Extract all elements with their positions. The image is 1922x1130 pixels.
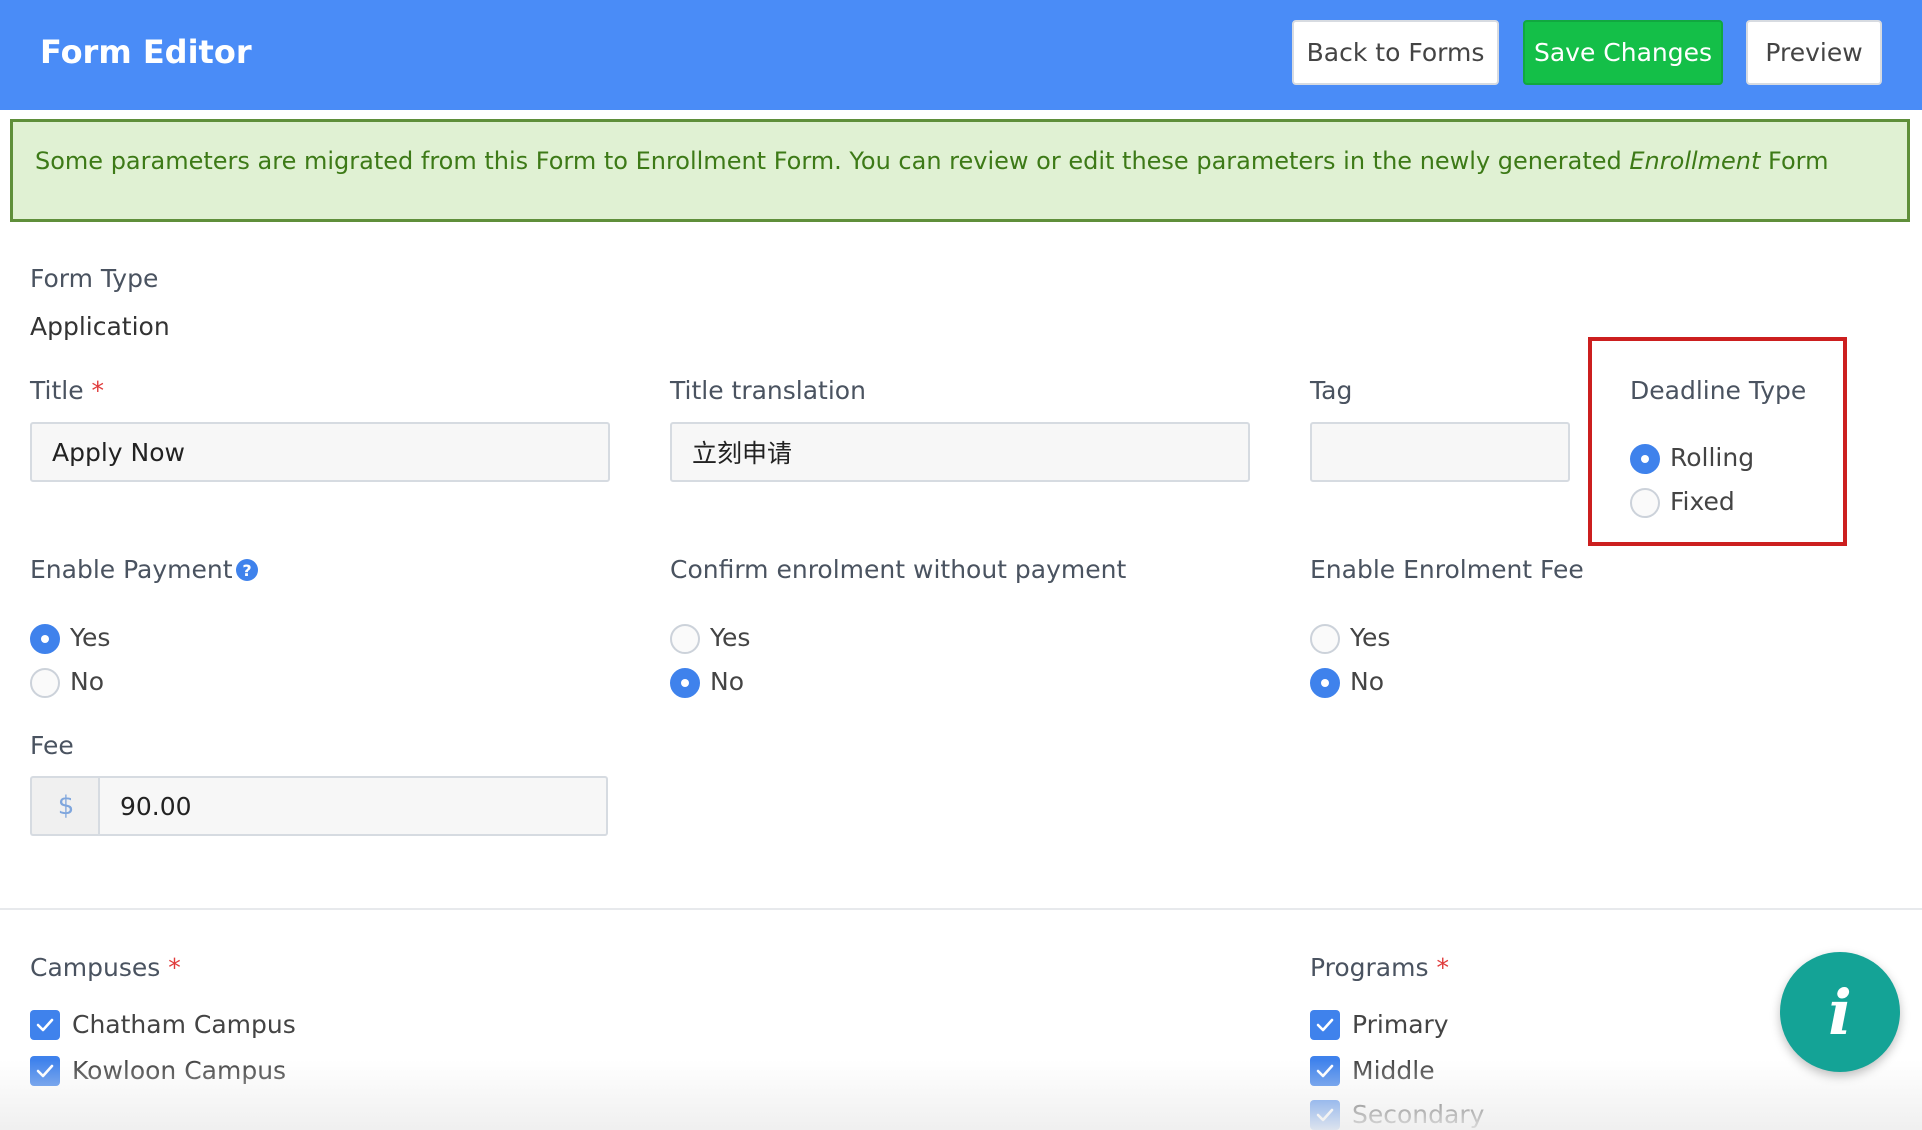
save-changes-button[interactable]: Save Changes bbox=[1523, 20, 1723, 85]
program-primary-label[interactable]: Primary bbox=[1352, 1010, 1449, 1039]
preview-button[interactable]: Preview bbox=[1746, 20, 1882, 85]
campus-kowloon-checkbox[interactable] bbox=[30, 1056, 60, 1086]
required-mark: * bbox=[168, 953, 181, 982]
program-secondary-label[interactable]: Secondary bbox=[1352, 1100, 1484, 1129]
form-type-value: Application bbox=[30, 312, 170, 341]
deadline-rolling-label[interactable]: Rolling bbox=[1670, 443, 1754, 472]
programs-label: Programs * bbox=[1310, 953, 1449, 982]
title-translation-input[interactable]: 立刻申请 bbox=[670, 422, 1250, 482]
confirm-without-payment-yes-radio[interactable] bbox=[670, 624, 700, 654]
campus-chatham-label[interactable]: Chatham Campus bbox=[72, 1010, 296, 1039]
fee-input[interactable]: 90.00 bbox=[98, 776, 608, 836]
enrolment-fee-yes-label[interactable]: Yes bbox=[1350, 623, 1390, 652]
check-icon bbox=[1316, 1108, 1334, 1122]
alert-emphasis: Enrollment bbox=[1629, 147, 1761, 175]
campuses-label: Campuses * bbox=[30, 953, 181, 982]
check-icon bbox=[1316, 1018, 1334, 1032]
page-title: Form Editor bbox=[40, 33, 252, 71]
tag-label: Tag bbox=[1310, 376, 1353, 405]
fee-label: Fee bbox=[30, 731, 74, 760]
campus-kowloon-label[interactable]: Kowloon Campus bbox=[72, 1056, 286, 1085]
program-primary-checkbox[interactable] bbox=[1310, 1010, 1340, 1040]
campus-chatham-checkbox[interactable] bbox=[30, 1010, 60, 1040]
section-divider bbox=[0, 908, 1922, 910]
bottom-fade bbox=[0, 1060, 1922, 1130]
program-secondary-checkbox[interactable] bbox=[1310, 1100, 1340, 1130]
enrolment-fee-no-label[interactable]: No bbox=[1350, 667, 1384, 696]
title-translation-label: Title translation bbox=[670, 376, 866, 405]
enable-payment-no-label[interactable]: No bbox=[70, 667, 104, 696]
enrolment-fee-yes-radio[interactable] bbox=[1310, 624, 1340, 654]
dollar-icon: $ bbox=[30, 776, 100, 836]
program-middle-label[interactable]: Middle bbox=[1352, 1056, 1435, 1085]
back-to-forms-button[interactable]: Back to Forms bbox=[1292, 20, 1499, 85]
form-type-label: Form Type bbox=[30, 264, 159, 293]
confirm-without-payment-label: Confirm enrolment without payment bbox=[670, 555, 1127, 584]
confirm-without-payment-no-radio[interactable] bbox=[670, 668, 700, 698]
enable-payment-label: Enable Payment bbox=[30, 555, 233, 584]
question-circle-icon[interactable]: ? bbox=[236, 559, 258, 581]
deadline-fixed-label[interactable]: Fixed bbox=[1670, 487, 1735, 516]
deadline-rolling-radio[interactable] bbox=[1630, 444, 1660, 474]
required-mark: * bbox=[1436, 953, 1449, 982]
tag-input[interactable] bbox=[1310, 422, 1570, 482]
info-icon[interactable]: i bbox=[1780, 952, 1900, 1072]
required-mark: * bbox=[91, 376, 105, 405]
enable-payment-yes-radio[interactable] bbox=[30, 624, 60, 654]
enable-payment-no-radio[interactable] bbox=[30, 668, 60, 698]
title-label: Title * bbox=[30, 376, 105, 405]
deadline-fixed-radio[interactable] bbox=[1630, 488, 1660, 518]
confirm-without-payment-yes-label[interactable]: Yes bbox=[710, 623, 750, 652]
confirm-without-payment-no-label[interactable]: No bbox=[710, 667, 744, 696]
check-icon bbox=[1316, 1064, 1334, 1078]
migration-alert: Some parameters are migrated from this F… bbox=[10, 119, 1910, 222]
check-icon bbox=[36, 1064, 54, 1078]
check-icon bbox=[36, 1018, 54, 1032]
program-middle-checkbox[interactable] bbox=[1310, 1056, 1340, 1086]
enable-payment-yes-label[interactable]: Yes bbox=[70, 623, 110, 652]
alert-message: Some parameters are migrated from this F… bbox=[35, 147, 1829, 175]
enrolment-fee-no-radio[interactable] bbox=[1310, 668, 1340, 698]
title-input[interactable]: Apply Now bbox=[30, 422, 610, 482]
deadline-type-label: Deadline Type bbox=[1630, 376, 1807, 405]
enable-enrolment-fee-label: Enable Enrolment Fee bbox=[1310, 555, 1584, 584]
